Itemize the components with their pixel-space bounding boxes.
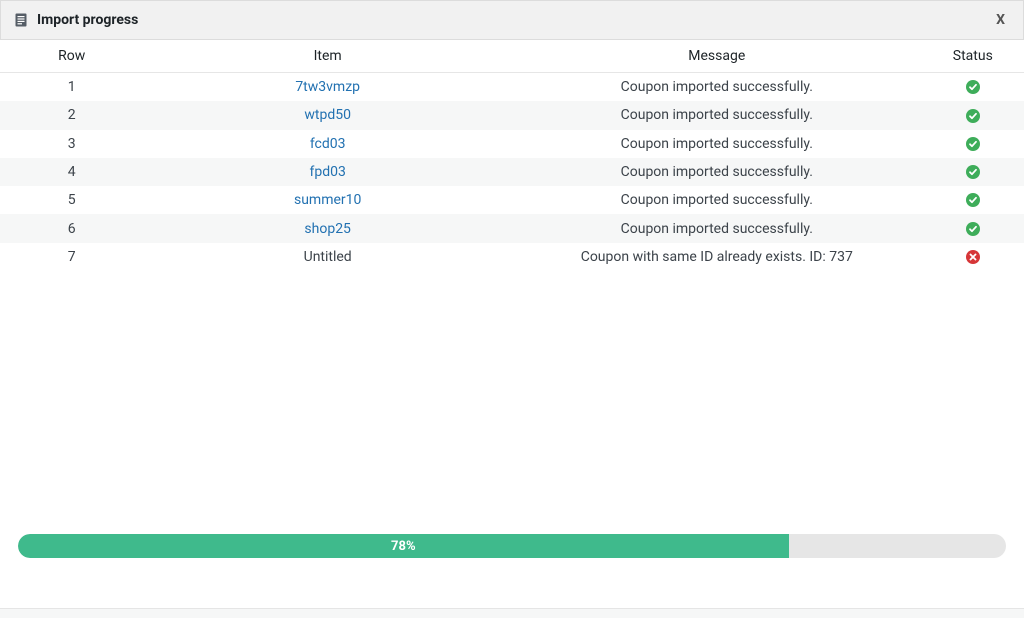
cell-item: summer10	[143, 186, 512, 214]
cell-message: Coupon with same ID already exists. ID: …	[512, 243, 922, 271]
table-row: 1 7tw3vmzp Coupon imported successfully.	[0, 73, 1024, 102]
cell-item: 7tw3vmzp	[143, 73, 512, 102]
progress-fill: 78%	[18, 534, 789, 558]
cell-item: fcd03	[143, 130, 512, 158]
cell-message: Coupon imported successfully.	[512, 158, 922, 186]
col-header-row: Row	[0, 40, 143, 73]
cell-status	[922, 243, 1024, 271]
document-icon	[13, 12, 29, 28]
cell-row-number: 6	[0, 214, 143, 242]
col-header-message: Message	[512, 40, 922, 73]
progress-bar: 78%	[18, 534, 1006, 558]
cell-status	[922, 158, 1024, 186]
table-row: 7UntitledCoupon with same ID already exi…	[0, 243, 1024, 271]
check-circle-icon	[965, 164, 981, 180]
cell-item: wtpd50	[143, 101, 512, 129]
cell-message: Coupon imported successfully.	[512, 73, 922, 102]
progress-label: 78%	[391, 539, 416, 554]
check-circle-icon	[965, 221, 981, 237]
check-circle-icon	[965, 192, 981, 208]
cell-row-number: 1	[0, 73, 143, 102]
cell-status	[922, 73, 1024, 102]
dialog-header: Import progress X	[0, 0, 1024, 40]
dialog-title: Import progress	[37, 12, 138, 28]
check-circle-icon	[965, 79, 981, 95]
cell-message: Coupon imported successfully.	[512, 214, 922, 242]
cell-message: Coupon imported successfully.	[512, 130, 922, 158]
cell-item: Untitled	[143, 243, 512, 271]
table-row: 3 fcd03 Coupon imported successfully.	[0, 130, 1024, 158]
cell-item: fpd03	[143, 158, 512, 186]
cell-row-number: 5	[0, 186, 143, 214]
cell-row-number: 3	[0, 130, 143, 158]
cell-row-number: 7	[0, 243, 143, 271]
item-link[interactable]: summer10	[294, 192, 361, 208]
table-row: 5 summer10 Coupon imported successfully.	[0, 186, 1024, 214]
item-link[interactable]: fpd03	[309, 164, 345, 180]
item-link[interactable]: shop25	[304, 221, 351, 237]
table-row: 4 fpd03 Coupon imported successfully.	[0, 158, 1024, 186]
cell-status	[922, 130, 1024, 158]
cell-row-number: 4	[0, 158, 143, 186]
col-header-item: Item	[143, 40, 512, 73]
cell-message: Coupon imported successfully.	[512, 101, 922, 129]
progress-container: 78%	[18, 534, 1006, 558]
table-row: 6 shop25 Coupon imported successfully.	[0, 214, 1024, 242]
item-link[interactable]: wtpd50	[304, 107, 351, 123]
check-circle-icon	[965, 136, 981, 152]
close-button[interactable]: X	[990, 12, 1011, 28]
table-row: 2 wtpd50 Coupon imported successfully.	[0, 101, 1024, 129]
cell-message: Coupon imported successfully.	[512, 186, 922, 214]
import-table: Row Item Message Status 1 7tw3vmzp Coupon …	[0, 40, 1024, 271]
check-circle-icon	[965, 108, 981, 124]
cell-row-number: 2	[0, 101, 143, 129]
header-left: Import progress	[13, 12, 138, 28]
item-link[interactable]: fcd03	[310, 136, 346, 152]
cell-item: shop25	[143, 214, 512, 242]
table-header-row: Row Item Message Status	[0, 40, 1024, 73]
col-header-status: Status	[922, 40, 1024, 73]
item-link[interactable]: 7tw3vmzp	[295, 79, 360, 95]
cell-status	[922, 214, 1024, 242]
cell-status	[922, 101, 1024, 129]
footer-divider	[0, 608, 1024, 618]
cell-status	[922, 186, 1024, 214]
error-circle-icon	[965, 249, 981, 265]
